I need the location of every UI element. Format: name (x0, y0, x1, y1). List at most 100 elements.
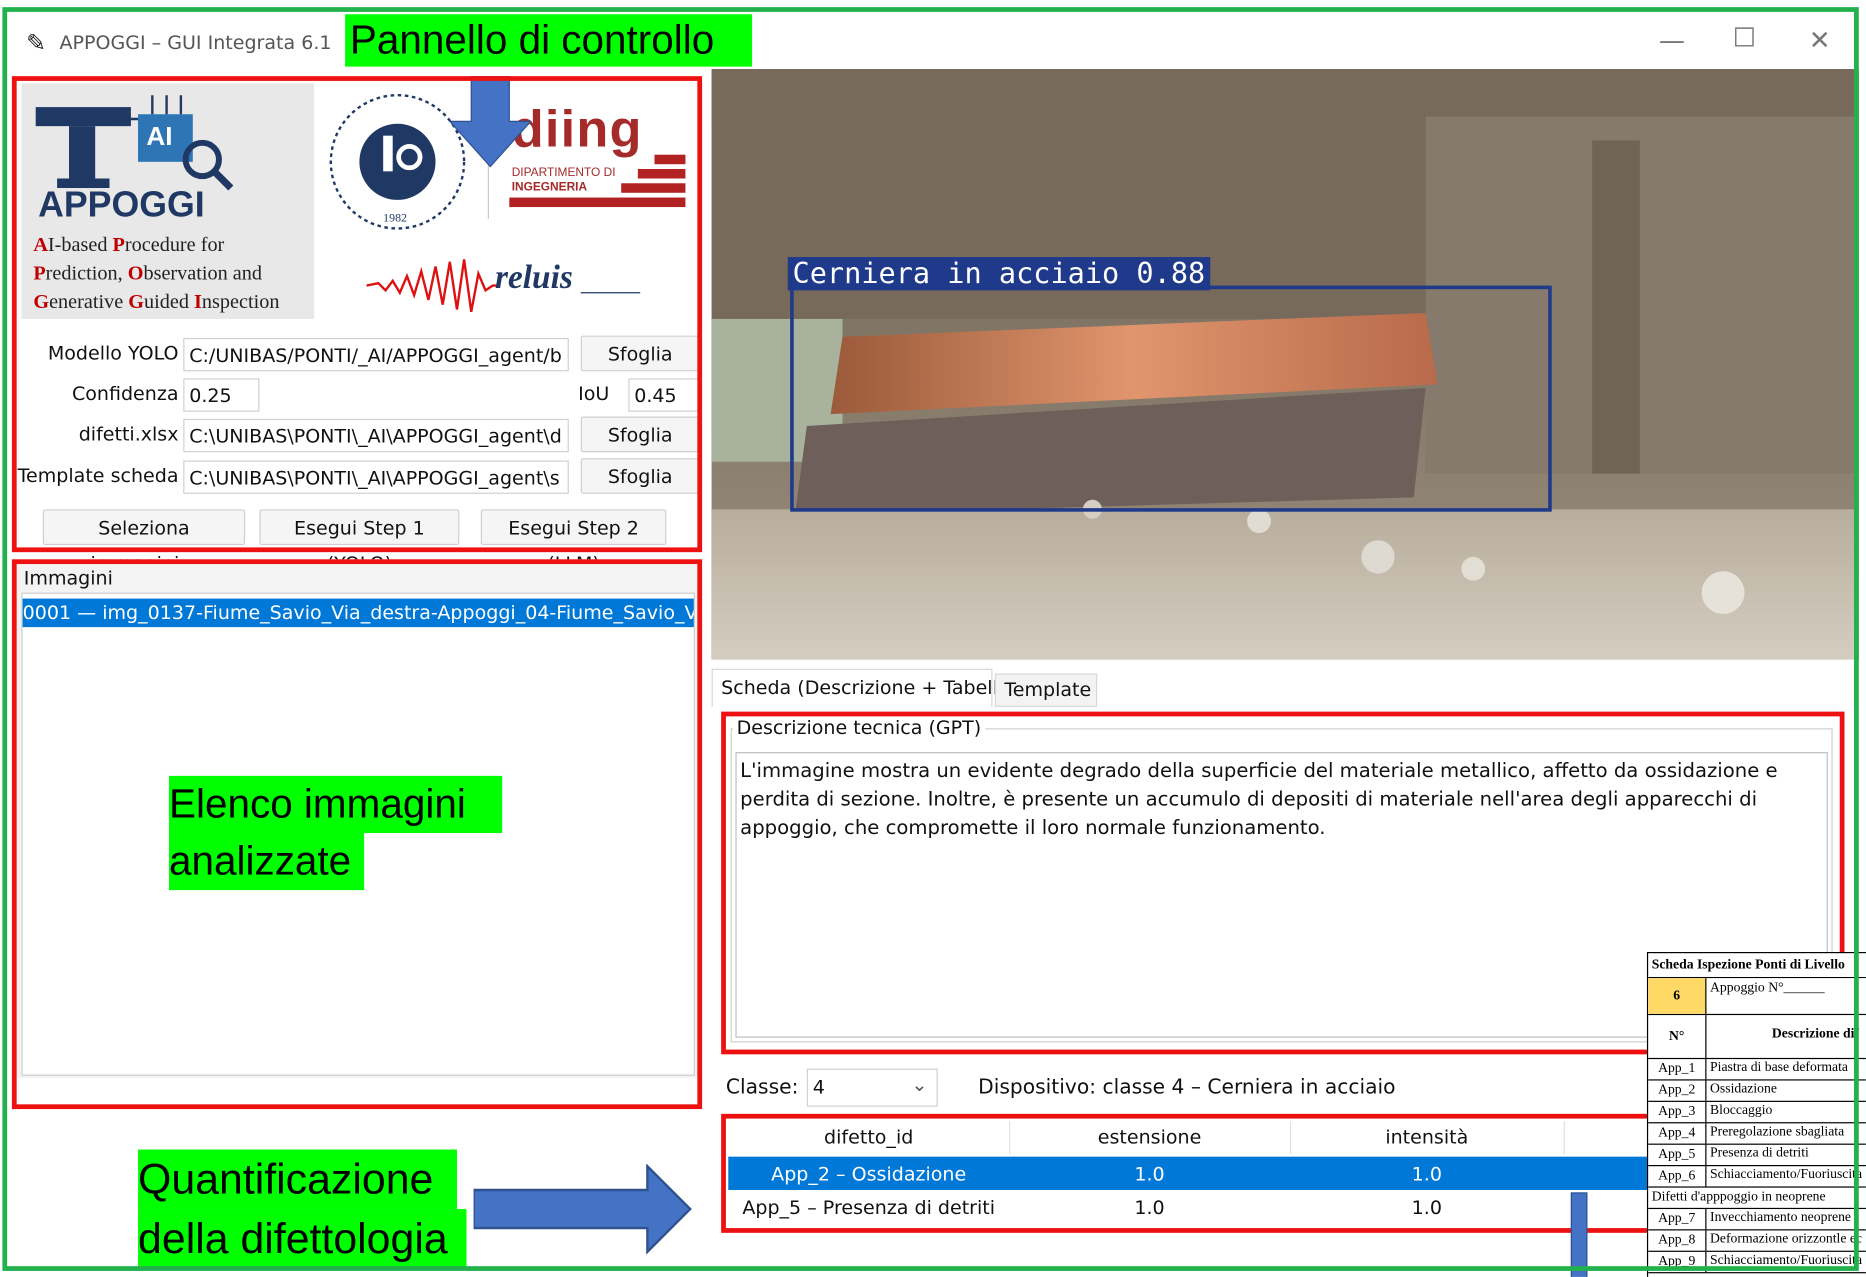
arrow-shaft (1570, 1192, 1588, 1277)
reluis-text: reluis (495, 259, 573, 297)
iou-input[interactable]: 0.45 (628, 378, 700, 412)
sfoglia-difetti-button[interactable]: Sfoglia (580, 416, 700, 453)
tagline-letter: A (33, 233, 48, 256)
annotation-elenco-2: analizzate (168, 833, 365, 891)
sheet-row-desc: Preregolazione sbagliata (1710, 1124, 1845, 1139)
tagline-word: rediction, (45, 261, 128, 285)
step2-llm-button[interactable]: Esegui Step 2 (LLM) (480, 509, 667, 575)
modello-yolo-input[interactable]: C:/UNIBAS/PONTI/_AI/APPOGGI_agent/b (183, 337, 569, 372)
sheet-row: App_7 Invecchiamento neoprene (1648, 1209, 1866, 1231)
sheet-row-code: App_1 (1648, 1059, 1707, 1080)
tagline-word: enerative (49, 290, 129, 313)
sheet-row-desc: Deformazione orizzontle ec (1710, 1231, 1863, 1246)
sheet-appoggio: Appoggio N°______ (1710, 980, 1825, 995)
table-cell: 1.0 (1411, 1162, 1442, 1186)
difetti-xlsx-input[interactable]: C:\UNIBAS\PONTI\_AI\APPOGGI_agent\d (183, 418, 569, 453)
tagline-letter: P (33, 261, 46, 285)
sheet-row: App_3 Bloccaggio (1648, 1101, 1866, 1124)
difetti-label: difetti.xlsx (78, 422, 179, 446)
close-icon[interactable]: ✕ (1809, 26, 1831, 56)
tagline-word: rocedure for (124, 233, 225, 256)
tagline-letter: P (112, 233, 125, 256)
image-list-item[interactable]: 0001 — img_0137-Fiume_Savio_Via_destra-A… (22, 598, 694, 628)
sheet-row-desc: Piastra di base deformata (1710, 1060, 1848, 1075)
appoggi-logo: AI APPOGGI AI-based Procedure for Predic… (21, 83, 315, 319)
diing-title: diing (511, 99, 643, 159)
tagline-word: nspection (201, 290, 280, 313)
col-estensione[interactable]: estensione (1009, 1126, 1290, 1149)
ai-badge: AI (146, 121, 173, 152)
sheet-row-code: App_3 (1648, 1101, 1707, 1123)
arrow-right-icon (473, 1163, 692, 1255)
sheet-row-desc: Ossidazione (1710, 1081, 1777, 1096)
sheet-col-n: N° (1648, 1015, 1707, 1058)
sheet-row-desc: Bloccaggio (1710, 1103, 1773, 1118)
stage: ✎ APPOGGI – GUI Integrata 6.1 — ☐ ✕ Pann… (0, 0, 1866, 1277)
confidenza-label: Confidenza (71, 381, 179, 405)
chevron-down-icon[interactable]: ⌄ (912, 1073, 928, 1096)
sheet-row: App_2 Ossidazione (1648, 1080, 1866, 1102)
tab-template-label: Template (1004, 678, 1092, 701)
annotation-quant-1: Quantificazione (138, 1149, 457, 1210)
arrow-down-icon (449, 76, 531, 168)
window-title: APPOGGI – GUI Integrata 6.1 (59, 30, 332, 54)
sheet-row: App_4 Preregolazione sbagliata (1648, 1123, 1866, 1145)
modello-label: Modello YOLO (47, 341, 179, 365)
sheet-header-row: N° Descrizione dif (1648, 1015, 1866, 1060)
sheet-row: App_9 Schiacciamento/Fuoriuscita (1648, 1251, 1866, 1274)
col-difetto-id[interactable]: difetto_id (728, 1126, 1009, 1149)
sheet-row-desc: Schiacciamento/Fuoriuscita (1710, 1167, 1863, 1182)
sheet-row-desc: Invecchiamento neoprene (1710, 1210, 1852, 1225)
template-scheda-input[interactable]: C:\UNIBAS\PONTI\_AI\APPOGGI_agent\s (183, 460, 569, 494)
appoggi-tagline: AI-based Procedure for Prediction, Obser… (33, 231, 279, 317)
diing-sub2: INGEGNERIA (511, 180, 588, 194)
maximize-icon[interactable]: ☐ (1733, 24, 1756, 54)
reluis-logo: reluis (366, 250, 653, 321)
table-cell: 1.0 (1134, 1195, 1165, 1219)
sheet-row-code: App_9 (1648, 1251, 1707, 1273)
sheet-row-code: App_8 (1648, 1230, 1707, 1251)
app-feather-icon: ✎ (26, 28, 47, 58)
sheet-row-desc: Schiacciamento/Fuoriuscita (1710, 1253, 1863, 1268)
sheet-row: App_5 Presenza di detriti (1648, 1144, 1866, 1167)
sfoglia-template-button[interactable]: Sfoglia (580, 458, 700, 494)
confidenza-input[interactable]: 0.25 (183, 378, 260, 412)
sfoglia-modello-button[interactable]: Sfoglia (580, 335, 700, 372)
seleziona-immagini-button[interactable]: Seleziona immagini... (42, 509, 246, 575)
annotation-pannello: Pannello di controllo (345, 14, 753, 67)
column-divider (1563, 1120, 1565, 1155)
detection-box[interactable] (790, 285, 1552, 512)
iou-label: IoU (578, 381, 610, 405)
sheet-row-code: App_6 (1648, 1166, 1707, 1187)
images-header: Immagini (23, 566, 113, 590)
annotation-elenco-1: Elenco immagini (168, 775, 503, 834)
col-intensita[interactable]: intensità (1290, 1126, 1564, 1149)
template-label: Template scheda (17, 464, 179, 487)
sheet-section: Difetti d'apppoggio in neoprene (1648, 1188, 1866, 1210)
tagline-letter: O (127, 261, 144, 285)
step1-yolo-button[interactable]: Esegui Step 1 (YOLO) (259, 509, 460, 575)
tagline-letter: I (194, 290, 202, 313)
table-cell: 1.0 (1411, 1195, 1442, 1219)
tagline-word: I-based (47, 233, 113, 256)
sheet-appoggio-row: 6 Appoggio N°______ (1648, 978, 1866, 1016)
sheet-row: App_6 Schiacciamento/Fuoriuscita (1648, 1166, 1866, 1188)
description-group-title: Descrizione tecnica (GPT) (733, 716, 985, 739)
inspection-sheet: Scheda Ispezione Ponti di Livello 6 Appo… (1646, 952, 1866, 1277)
sheet-row-code: App_5 (1648, 1144, 1707, 1166)
sheet-row: App_1 Piastra di base deformata (1648, 1059, 1866, 1081)
tagline-word: uided (144, 290, 195, 313)
detection-label: Cerniera in acciaio 0.88 (787, 257, 1210, 291)
sheet-row-code: App_4 (1648, 1123, 1707, 1144)
inspection-photo: Cerniera in acciaio 0.88 (711, 69, 1859, 660)
tagline-letter: G (33, 290, 50, 313)
tagline-word: bservation and (143, 261, 262, 285)
sheet-row-code: App_2 (1648, 1080, 1707, 1101)
tab-scheda-label: Scheda (Descrizione + Tabella) (721, 675, 1017, 699)
table-cell: App_5 – Presenza di detriti (742, 1195, 996, 1219)
classe-label: Classe: (725, 1075, 799, 1100)
sheet-title: Scheda Ispezione Ponti di Livello (1648, 953, 1866, 979)
sheet-col-desc: Descrizione dif (1771, 1026, 1859, 1042)
minimize-icon[interactable]: — (1659, 26, 1685, 56)
sheet-row-code: App_7 (1648, 1209, 1707, 1230)
